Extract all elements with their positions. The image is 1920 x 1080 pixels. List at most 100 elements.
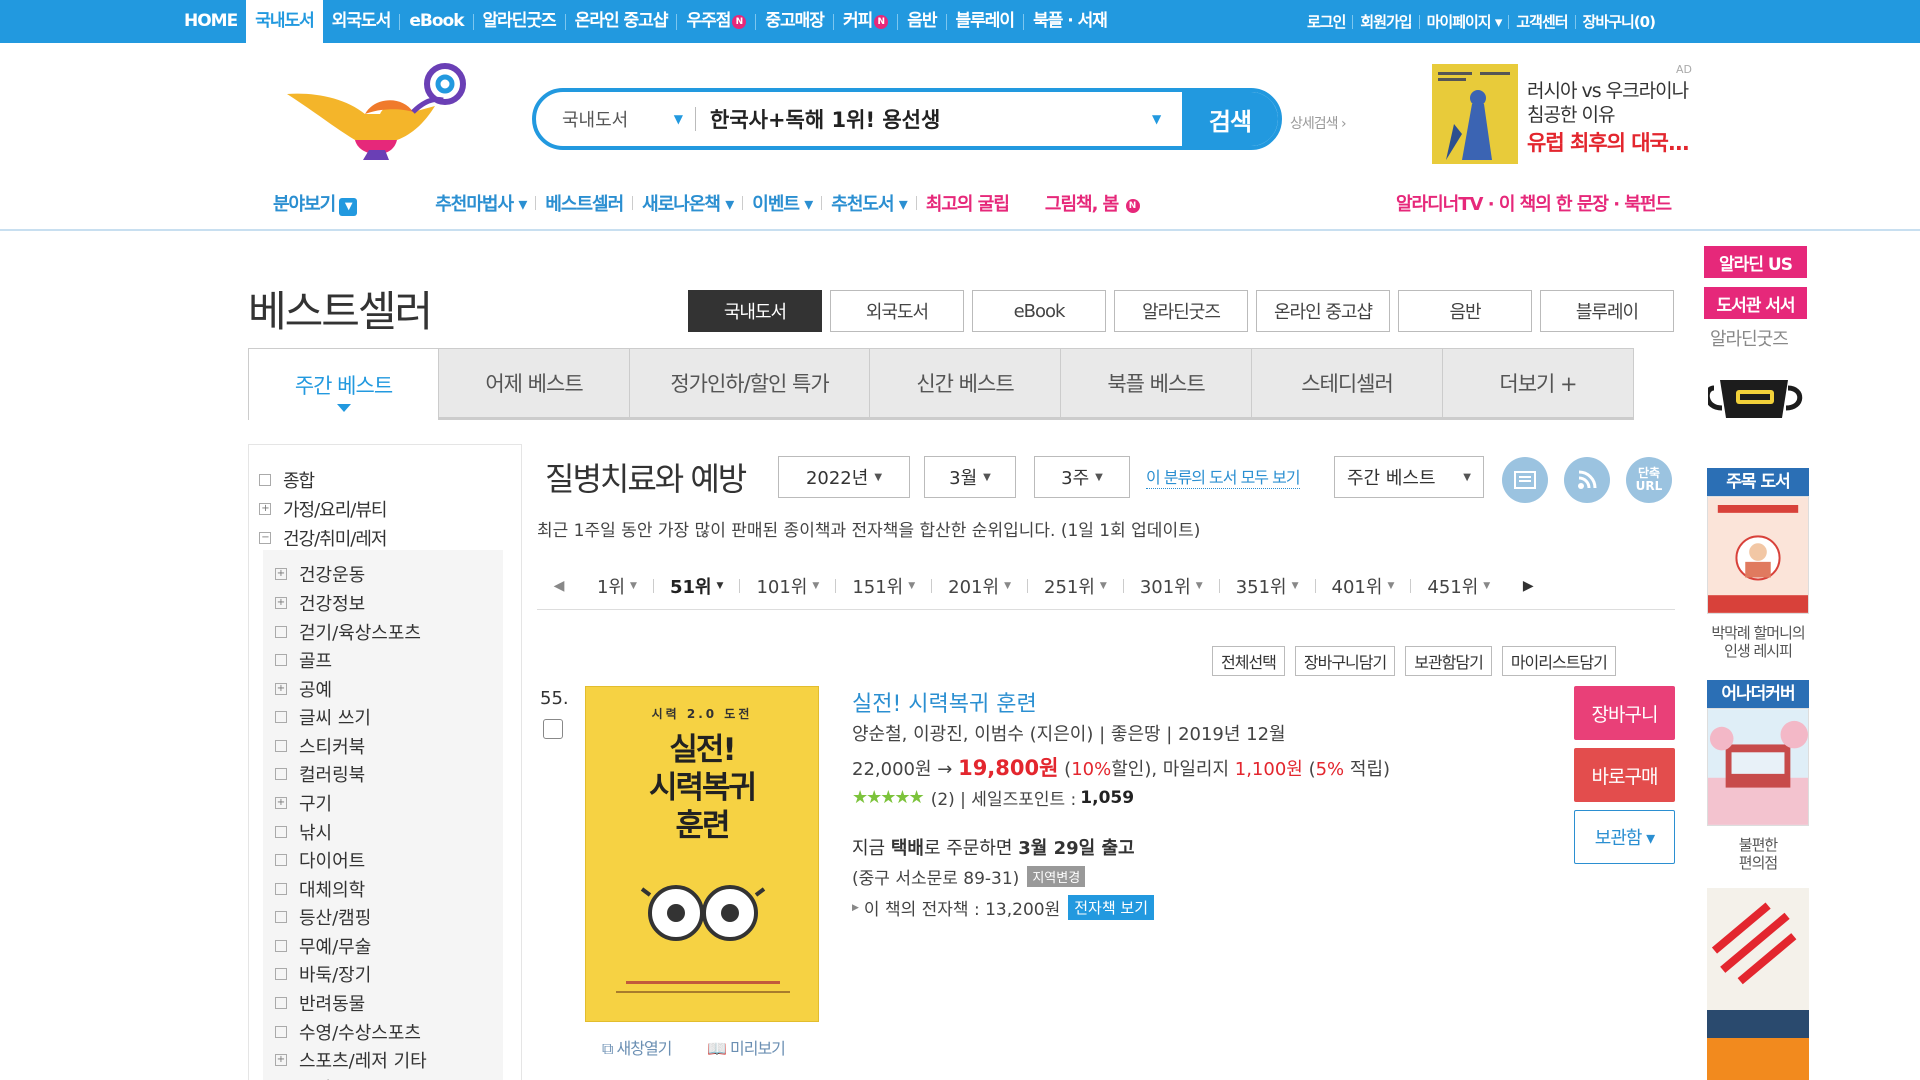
nav-home[interactable]: HOME	[175, 0, 246, 43]
tree-subitem[interactable]: 대체의학	[275, 876, 365, 902]
tab-music[interactable]: 음반	[1398, 290, 1532, 332]
rank-page-item[interactable]: 251위 ▼	[1028, 573, 1123, 599]
tree-subitem[interactable]: 골프	[275, 647, 332, 673]
tree-subitem[interactable]: 글씨 쓰기	[275, 704, 371, 730]
customer-center-link[interactable]: 고객센터	[1509, 11, 1574, 32]
subnav-bestseller[interactable]: 베스트셀러	[536, 190, 632, 216]
search-button[interactable]: 검색	[1182, 92, 1278, 146]
tree-subitem[interactable]: 컬러링북	[275, 761, 365, 787]
rank-page-item[interactable]: 351위 ▼	[1220, 573, 1315, 599]
tree-subitem[interactable]: 낚시	[275, 819, 332, 845]
tab-ebook[interactable]: eBook	[972, 290, 1106, 332]
rail-goods-label[interactable]: 알라딘굿즈	[1710, 325, 1789, 351]
book-cover[interactable]: 시력 2.0 도전 실전! 시력복귀 훈련	[585, 686, 819, 1022]
buy-now-button[interactable]: 바로구매	[1574, 748, 1675, 802]
tree-subitem[interactable]: 스티커북	[275, 733, 365, 759]
rail-book-cover[interactable]	[1707, 888, 1809, 1080]
nav-coffee[interactable]: 커피 N	[834, 0, 897, 43]
tab-goods[interactable]: 알라딘굿즈	[1114, 290, 1248, 332]
signup-link[interactable]: 회원가입	[1353, 11, 1418, 32]
nav-bookple[interactable]: 북플 · 서재	[1024, 0, 1116, 43]
snoopy-mug-image[interactable]	[1708, 374, 1804, 424]
tree-subitem[interactable]: 수영/수상스포츠	[275, 1019, 421, 1045]
subnav-right-links[interactable]: 알라디너TV · 이 책의 한 문장 · 북펀드	[1396, 188, 1672, 218]
add-to-wishlist-button[interactable]: 보관함담기	[1405, 646, 1492, 676]
search-input[interactable]	[696, 107, 1152, 131]
subnav-events[interactable]: 이벤트 ▾	[743, 190, 821, 216]
featured-book-box[interactable]: 주목 도서 박막례 할머니의 인생 레시피	[1707, 468, 1809, 660]
nav-used-shop[interactable]: 온라인 중고샵	[566, 0, 677, 43]
rss-icon[interactable]	[1564, 457, 1610, 503]
item-checkbox[interactable]	[543, 719, 563, 739]
tab-steady-seller[interactable]: 스테디셀러	[1252, 348, 1443, 418]
ad-text-line3[interactable]: 유럽 최후의 대국...	[1527, 127, 1690, 157]
tab-bluray[interactable]: 블루레이	[1540, 290, 1674, 332]
rank-page-item[interactable]: 301위 ▼	[1124, 573, 1219, 599]
tree-subitem[interactable]: 요가	[275, 1075, 332, 1080]
subnav-new-books[interactable]: 새로나온책 ▾	[633, 190, 742, 216]
tree-subitem[interactable]: + 공예	[275, 676, 332, 702]
nav-used-store[interactable]: 중고매장	[756, 0, 833, 43]
share-icon[interactable]	[1502, 457, 1548, 503]
tree-item[interactable]: − 건강/취미/레저	[259, 525, 387, 551]
preview-link[interactable]: 📖 미리보기	[707, 1035, 786, 1059]
tree-subitem[interactable]: 걷기/육상스포츠	[275, 619, 421, 645]
tab-weekly-best[interactable]: 주간 베스트	[248, 348, 439, 420]
short-url-button[interactable]: 단축 URL	[1626, 457, 1672, 503]
month-select[interactable]: 3월 ▼	[924, 456, 1016, 498]
aladin-us-link[interactable]: 알라딘 US	[1704, 246, 1807, 278]
week-select[interactable]: 3주 ▼	[1034, 456, 1130, 498]
tab-new-best[interactable]: 신간 베스트	[870, 348, 1061, 418]
tree-subitem[interactable]: 등산/캠핑	[275, 904, 371, 930]
tree-subitem[interactable]: 바둑/장기	[275, 961, 371, 987]
ad-book-cover[interactable]	[1432, 64, 1518, 164]
tree-subitem[interactable]: 반려동물	[275, 990, 365, 1016]
tab-bookple-best[interactable]: 북플 베스트	[1061, 348, 1252, 418]
new-window-link[interactable]: ⧉ 새창열기	[602, 1035, 672, 1059]
ad-text-line2[interactable]: 침공한 이유	[1527, 100, 1615, 127]
subnav-picturebook[interactable]: 그림책, 봄 N	[1036, 190, 1149, 216]
rank-page-item[interactable]: 101위 ▼	[740, 573, 835, 599]
tree-subitem[interactable]: + 건강정보	[275, 590, 365, 616]
rank-page-item[interactable]: 201위 ▼	[932, 573, 1027, 599]
tree-subitem[interactable]: 무예/무술	[275, 933, 371, 959]
search-category-select[interactable]: 국내도서 ▼	[536, 107, 696, 131]
add-to-cart-button[interactable]: 장바구니담기	[1294, 646, 1396, 676]
rank-page-item[interactable]: 1위 ▼	[581, 573, 653, 599]
tab-foreign-books[interactable]: 외국도서	[830, 290, 964, 332]
tab-yesterday-best[interactable]: 어제 베스트	[439, 348, 630, 418]
cart-link[interactable]: 장바구니(0)	[1576, 11, 1662, 32]
advanced-search-link[interactable]: 상세검색 ›	[1290, 113, 1347, 133]
rank-page-item[interactable]: 51위 ▼	[654, 573, 740, 599]
view-ebook-button[interactable]: 전자책 보기	[1068, 895, 1155, 920]
nav-music[interactable]: 음반	[898, 0, 945, 43]
subnav-best-clip[interactable]: 최고의 굴립	[917, 190, 1018, 216]
tree-subitem[interactable]: + 건강운동	[275, 561, 365, 587]
wishlist-dropdown-button[interactable]: 보관함 ▾	[1574, 810, 1675, 864]
year-select[interactable]: 2022년 ▼	[778, 456, 910, 498]
aladin-lamp-logo[interactable]	[285, 62, 475, 162]
search-history-dropdown-icon[interactable]: ▼	[1152, 112, 1182, 126]
subnav-recommended[interactable]: 추천도서 ▾	[822, 190, 916, 216]
sort-select[interactable]: 주간 베스트 ▼	[1334, 456, 1484, 498]
tree-item[interactable]: 종합	[259, 467, 315, 493]
tree-item[interactable]: + 가정/요리/뷰티	[259, 496, 387, 522]
tab-domestic-books[interactable]: 국내도서	[688, 290, 822, 332]
tab-used-shop[interactable]: 온라인 중고샵	[1256, 290, 1390, 332]
nav-foreign-books[interactable]: 외국도서	[323, 0, 400, 43]
nav-goods[interactable]: 알라딘굿즈	[474, 0, 565, 43]
tree-subitem[interactable]: + 구기	[275, 790, 332, 816]
rank-page-item[interactable]: 451위 ▼	[1411, 573, 1506, 599]
item-title-link[interactable]: 실전! 시력복귀 훈련	[852, 686, 1037, 718]
subnav-recommend-wizard[interactable]: 추천마법사 ▾	[426, 190, 535, 216]
change-region-button[interactable]: 지역변경	[1027, 866, 1086, 887]
tab-discount-special[interactable]: 정가인하/할인 특가	[630, 348, 870, 418]
nav-space-store[interactable]: 우주점 N	[677, 0, 755, 43]
another-cover-box[interactable]: 어나더커버 불편한 편의점	[1707, 680, 1809, 872]
nav-ebook[interactable]: eBook	[400, 0, 472, 43]
select-all-button[interactable]: 전체선택	[1212, 646, 1285, 676]
tree-subitem[interactable]: + 스포츠/레저 기타	[275, 1047, 427, 1073]
library-link[interactable]: 도서관 서서	[1704, 287, 1807, 319]
next-arrow-icon[interactable]: ▶	[1506, 578, 1550, 594]
nav-bluray[interactable]: 블루레이	[947, 0, 1024, 43]
